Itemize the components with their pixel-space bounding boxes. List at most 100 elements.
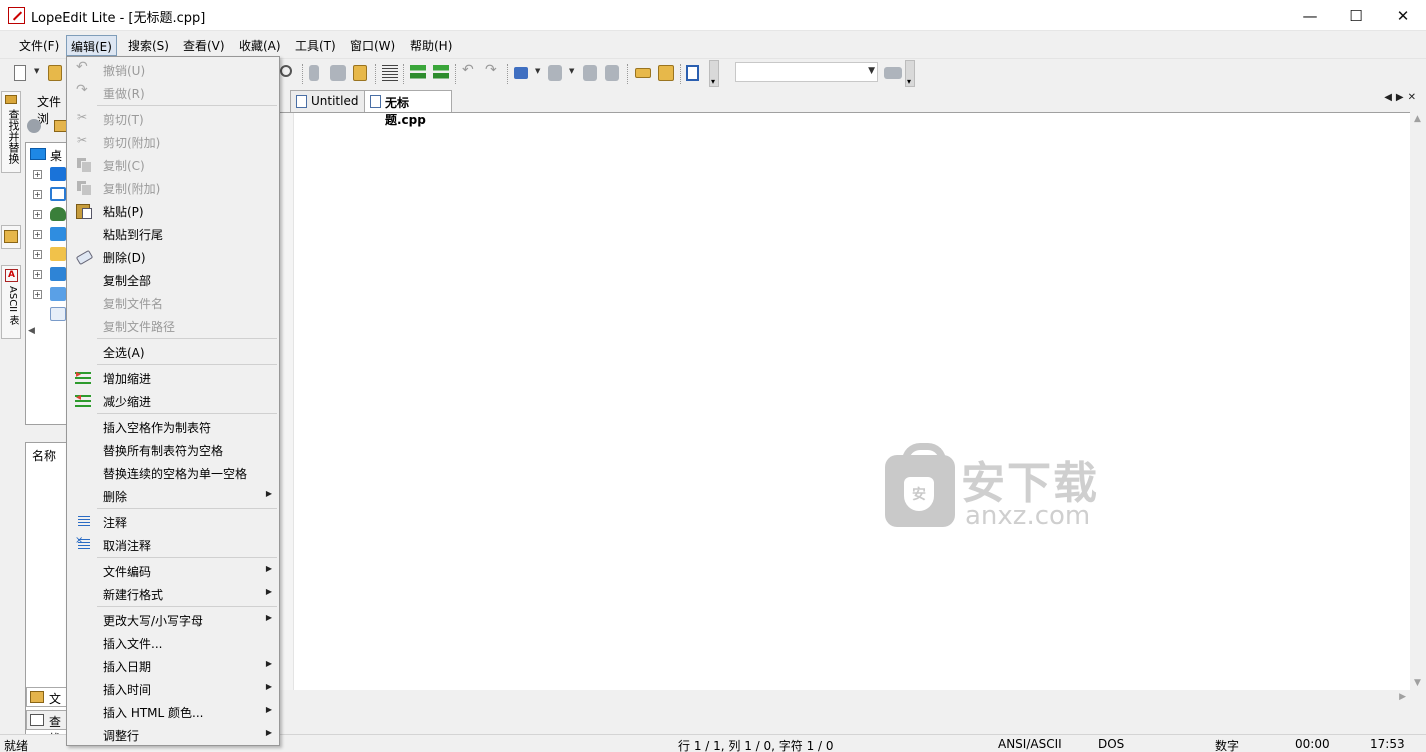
- menu-item-cut-append[interactable]: 剪切(附加): [68, 130, 278, 153]
- paste-icon[interactable]: [353, 65, 367, 81]
- menu-item-copy[interactable]: 复制(C): [68, 153, 278, 176]
- menu-item-cut[interactable]: 剪切(T): [68, 107, 278, 130]
- menu-search[interactable]: 搜索(S): [124, 35, 173, 56]
- menu-help[interactable]: 帮助(H): [406, 35, 456, 56]
- menu-item-paste-line-end[interactable]: 粘贴到行尾: [68, 222, 278, 245]
- side-tab-find-replace[interactable]: 查找并替换: [1, 91, 21, 173]
- menu-item-undo[interactable]: 撤销(U): [68, 58, 278, 81]
- open-folder-icon[interactable]: [48, 65, 62, 81]
- tree-item-desktop[interactable]: 桌面: [28, 146, 68, 180]
- tab-navigation[interactable]: ◀▶✕: [1384, 92, 1420, 103]
- horizontal-scrollbar[interactable]: ▶: [280, 690, 1410, 705]
- scroll-down-icon[interactable]: ▼: [1414, 678, 1421, 688]
- menu-item-tabs-to-spaces[interactable]: 替换所有制表符为空格: [68, 438, 278, 461]
- expand-icon[interactable]: +: [33, 290, 42, 299]
- menu-item-insert-html-color[interactable]: 插入 HTML 颜色... ▶: [68, 700, 278, 723]
- menu-item-paste[interactable]: 粘贴(P): [68, 199, 278, 222]
- new-file-icon[interactable]: [14, 65, 26, 81]
- bookmark-prev-icon[interactable]: [583, 65, 597, 81]
- tree-item[interactable]: +: [28, 166, 68, 184]
- new-dropdown-icon[interactable]: ▼: [34, 67, 39, 75]
- expand-icon[interactable]: +: [33, 270, 42, 279]
- vertical-scrollbar[interactable]: ▲ ▼: [1410, 112, 1426, 690]
- menu-item-copy-filename[interactable]: 复制文件名: [68, 291, 278, 314]
- menu-item-file-encoding[interactable]: 文件编码 ▶: [68, 559, 278, 582]
- indent-icon[interactable]: [410, 65, 426, 81]
- menu-item-delete-submenu[interactable]: 删除 ▶: [68, 484, 278, 507]
- menu-item-copy-append[interactable]: 复制(附加): [68, 176, 278, 199]
- outdent-icon[interactable]: [433, 65, 449, 81]
- ascii-table-icon[interactable]: [658, 65, 674, 81]
- menu-item-redo[interactable]: 重做(R): [68, 81, 278, 104]
- file-browser-tab[interactable]: 文件浏: [27, 93, 68, 126]
- tree-item[interactable]: +: [28, 286, 68, 304]
- run-tool-icon[interactable]: [686, 65, 699, 81]
- expand-icon[interactable]: +: [33, 250, 42, 259]
- bookmark-icon[interactable]: [514, 67, 528, 79]
- tab-active-document[interactable]: 无标题.cpp: [364, 90, 452, 127]
- tree-item[interactable]: +: [28, 186, 68, 204]
- menu-file[interactable]: 文件(F): [15, 35, 63, 56]
- menu-view[interactable]: 查看(V): [179, 35, 229, 56]
- toolbar-overflow-button[interactable]: [709, 60, 719, 87]
- side-tab-ascii[interactable]: A ASCII 表: [1, 265, 21, 339]
- find-replace-icon[interactable]: [635, 68, 651, 78]
- find-icon[interactable]: [280, 65, 292, 77]
- menu-item-select-all[interactable]: 全选(A): [68, 340, 278, 363]
- tree-item[interactable]: +: [28, 266, 68, 284]
- bookmark-dropdown-icon[interactable]: ▼: [535, 67, 540, 75]
- menu-item-insert-file[interactable]: 插入文件...: [68, 631, 278, 654]
- expand-icon[interactable]: +: [33, 210, 42, 219]
- undo-icon[interactable]: ↶: [462, 62, 478, 78]
- tree-item[interactable]: +: [28, 226, 68, 244]
- bottom-tab-files[interactable]: 文件: [26, 687, 70, 723]
- toolbar-overflow-button[interactable]: [905, 60, 915, 87]
- menu-item-outdent[interactable]: 减少缩进: [68, 389, 278, 412]
- scroll-right-icon[interactable]: ▶: [1399, 692, 1406, 702]
- bottom-tab-search[interactable]: 查找: [26, 710, 70, 746]
- menu-item-line-format[interactable]: 新建行格式 ▶: [68, 582, 278, 605]
- menu-item-comment[interactable]: 注释: [68, 510, 278, 533]
- toolbar-combo[interactable]: ▼: [735, 62, 878, 82]
- chevron-down-icon[interactable]: ▼: [868, 66, 875, 76]
- menu-favorites[interactable]: 收藏(A): [235, 35, 285, 56]
- back-icon[interactable]: [27, 119, 41, 133]
- align-icon[interactable]: [382, 65, 398, 81]
- menu-item-adjust-lines[interactable]: 调整行 ▶: [68, 723, 278, 746]
- side-tab-clips[interactable]: [1, 225, 21, 249]
- tab-untitled[interactable]: Untitled: [290, 90, 370, 112]
- menu-edit[interactable]: 编辑(E): [66, 35, 117, 56]
- menu-item-collapse-spaces[interactable]: 替换连续的空格为单一空格: [68, 461, 278, 484]
- tree-item[interactable]: +: [28, 206, 68, 224]
- copy-icon[interactable]: [330, 65, 346, 81]
- expand-icon[interactable]: +: [33, 230, 42, 239]
- menu-item-insert-time[interactable]: 插入时间 ▶: [68, 677, 278, 700]
- maximize-button[interactable]: ☐: [1333, 0, 1379, 31]
- menu-item-spaces-as-tabs[interactable]: 插入空格作为制表符: [68, 415, 278, 438]
- menu-tools[interactable]: 工具(T): [291, 35, 340, 56]
- editor-area[interactable]: 安 安下载 anxz.com: [280, 112, 1410, 690]
- cut-icon[interactable]: [309, 65, 319, 81]
- redo-icon[interactable]: ↷: [485, 62, 501, 78]
- menu-window[interactable]: 窗口(W): [346, 35, 399, 56]
- scroll-left-icon[interactable]: ◀: [28, 326, 35, 336]
- bookmark-next-icon[interactable]: [548, 65, 562, 81]
- bookmark-clear-icon[interactable]: [605, 65, 619, 81]
- menu-item-insert-date[interactable]: 插入日期 ▶: [68, 654, 278, 677]
- menu-item-delete[interactable]: 删除(D): [68, 245, 278, 268]
- go-icon[interactable]: [884, 67, 902, 79]
- bookmark-next-dropdown-icon[interactable]: ▼: [569, 67, 574, 75]
- scroll-up-icon[interactable]: ▲: [1414, 114, 1421, 124]
- tree-item[interactable]: +: [28, 246, 68, 264]
- expand-icon[interactable]: +: [33, 170, 42, 179]
- menu-item-copy-all[interactable]: 复制全部: [68, 268, 278, 291]
- menu-item-indent[interactable]: 增加缩进: [68, 366, 278, 389]
- menu-item-change-case[interactable]: 更改大写/小写字母 ▶: [68, 608, 278, 631]
- expand-icon[interactable]: +: [33, 190, 42, 199]
- menu-item-copy-filepath[interactable]: 复制文件路径: [68, 314, 278, 337]
- minimize-button[interactable]: —: [1287, 0, 1333, 31]
- menu-item-uncomment[interactable]: 取消注释: [68, 533, 278, 556]
- column-header-name[interactable]: 名称: [32, 447, 56, 464]
- close-button[interactable]: ✕: [1380, 0, 1426, 31]
- tree-item[interactable]: [28, 306, 68, 324]
